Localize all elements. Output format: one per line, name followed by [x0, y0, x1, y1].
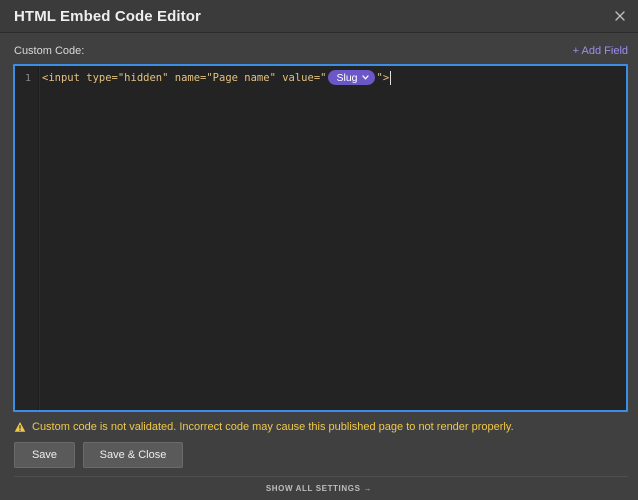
close-icon[interactable]: [612, 8, 628, 24]
dialog-title: HTML Embed Code Editor: [14, 8, 201, 25]
code-text-suffix: ">: [376, 71, 390, 84]
arrow-right-icon: →: [363, 484, 373, 493]
code-editor[interactable]: 1 <input type="hidden" name="Page name" …: [13, 64, 628, 412]
warning-text: Custom code is not validated. Incorrect …: [32, 421, 514, 433]
custom-code-label: Custom Code:: [14, 45, 85, 57]
add-field-button[interactable]: + Add Field: [573, 45, 628, 57]
slug-field-chip[interactable]: Slug: [328, 70, 375, 85]
warning-icon: [14, 421, 26, 433]
code-line[interactable]: <input type="hidden" name="Page name" va…: [42, 69, 392, 86]
line-number: 1: [24, 73, 31, 84]
code-text-prefix: <input type="hidden" name="Page name" va…: [42, 71, 327, 84]
gutter-divider: [39, 66, 40, 410]
text-cursor: [390, 70, 392, 85]
validation-warning: Custom code is not validated. Incorrect …: [14, 420, 514, 434]
chevron-down-icon: [361, 75, 369, 80]
footer-divider: [14, 476, 628, 477]
editor-label-row: Custom Code: + Add Field: [14, 45, 628, 59]
save-button[interactable]: Save: [14, 442, 75, 468]
html-embed-dialog: HTML Embed Code Editor Custom Code: + Ad…: [0, 0, 638, 500]
show-all-settings-link[interactable]: SHOW ALL SETTINGS →: [0, 484, 638, 493]
show-all-settings-label: SHOW ALL SETTINGS: [265, 484, 361, 493]
save-and-close-button[interactable]: Save & Close: [83, 442, 183, 468]
dialog-titlebar: HTML Embed Code Editor: [0, 0, 638, 33]
line-number-gutter: 1: [15, 66, 39, 410]
chip-label: Slug: [336, 71, 358, 84]
